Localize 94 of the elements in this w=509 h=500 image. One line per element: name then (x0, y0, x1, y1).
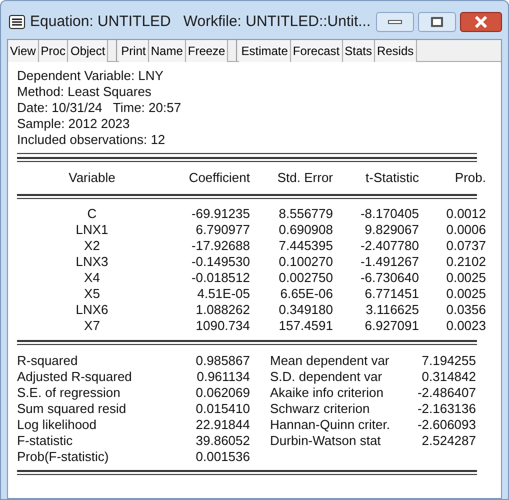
table-cell-text: 7.445395 (278, 238, 333, 254)
statistic-value: 0.985867 (194, 353, 250, 369)
statistic-label: Log likelihood (17, 417, 98, 433)
table-cell-text: X2 (83, 238, 101, 254)
menu-icon[interactable] (9, 15, 25, 29)
header-line: Method: Least Squares (17, 84, 152, 100)
column-header: Std. Error (276, 169, 333, 188)
table-cell-text: -6.730640 (359, 270, 419, 286)
statistic-label: Durbin-Watson stat (269, 433, 382, 449)
minimize-button[interactable] (376, 12, 414, 32)
table-cell-text: 0.0012 (445, 206, 486, 222)
table-cell-text: -69.91235 (190, 206, 250, 222)
table-cell-text: 3.116625 (364, 302, 419, 318)
table-cell-text: LNX3 (74, 254, 110, 270)
table-cell-text: -17.92688 (190, 238, 250, 254)
table-cell-text: 157.4591 (278, 318, 333, 334)
table-cell-text: 0.100270 (278, 254, 333, 270)
statistic-value: -2.486407 (416, 385, 476, 401)
close-button[interactable] (460, 12, 502, 32)
table-cell-text: -1.491267 (359, 254, 419, 270)
statistic-value: -2.606093 (416, 417, 476, 433)
toolbar-button[interactable]: Freeze (186, 40, 228, 62)
close-icon (474, 16, 488, 28)
table-cell-text: 9.829067 (364, 222, 419, 238)
minimize-icon (388, 20, 402, 24)
window-title: Equation: UNTITLED Workfile: UNTITLED::Untit... (30, 12, 371, 32)
table-cell-text: 0.0023 (445, 318, 486, 334)
table-cell-text: -8.170405 (359, 206, 419, 222)
statistic-value: 0.062069 (194, 385, 250, 401)
header-line: Date: 10/31/24 Time: 20:57 (17, 100, 182, 116)
table-cell-text: -0.018512 (190, 270, 250, 286)
toolbar-button[interactable]: Stats (342, 40, 375, 62)
maximize-icon (431, 17, 443, 27)
table-cell-text: 0.0737 (445, 238, 486, 254)
statistic-value: 2.524287 (420, 433, 476, 449)
toolbar-button[interactable]: Print (119, 40, 149, 62)
statistic-value: 0.961134 (196, 369, 250, 385)
table-cell-text: 8.556779 (278, 206, 333, 222)
header-line: Dependent Variable: LNY (17, 68, 164, 84)
table-cell-text: X5 (83, 286, 101, 302)
table-cell-text: 0.0025 (445, 270, 486, 286)
statistic-value: 0.015410 (194, 401, 250, 417)
table-cell-text: -2.407780 (359, 238, 419, 254)
statistic-value: 0.314842 (420, 369, 476, 385)
table-cell-text: -0.149530 (190, 254, 250, 270)
table-cell-text: 0.0006 (445, 222, 486, 238)
statistic-label: Adjusted R-squared (17, 369, 133, 385)
table-cell-text: 1090.734 (194, 318, 250, 334)
statistic-value: 7.194255 (420, 353, 476, 369)
table-cell-text: 1.088262 (194, 302, 250, 318)
statistic-label: Prob(F-statistic) (17, 449, 110, 465)
table-cell-text: 6.927091 (364, 318, 419, 334)
statistic-label: Akaike info criterion (269, 385, 384, 401)
statistic-label: S.E. of regression (17, 385, 122, 401)
table-cell-text: 0.002750 (278, 270, 333, 286)
column-header: Coefficient (188, 169, 250, 188)
table-cell-text: LNX1 (74, 222, 110, 238)
table-cell-text: 0.0356 (445, 302, 486, 318)
toolbar-button[interactable]: Object (68, 40, 108, 62)
table-cell-text: X4 (83, 270, 101, 286)
table-cell-text: 0.690908 (278, 222, 333, 238)
statistic-label: Hannan-Quinn criter. (269, 417, 390, 433)
statistic-label: S.D. dependent var (269, 369, 384, 385)
table-cell-text: 6.771451 (364, 286, 419, 302)
statistic-value: 0.001536 (194, 449, 250, 465)
maximize-button[interactable] (418, 12, 456, 32)
toolbar-button[interactable]: Resids (374, 40, 417, 62)
header-line: Sample: 2012 2023 (17, 116, 131, 132)
table-cell-text: X7 (83, 318, 101, 334)
table-cell-text: 4.51E-05 (196, 286, 250, 302)
header-line: Included observations: 12 (17, 132, 166, 148)
statistic-label: F-statistic (17, 433, 74, 449)
table-cell-text: 0.0025 (445, 286, 486, 302)
toolbar-button[interactable]: Proc (38, 40, 68, 62)
table-cell-text: 6.790977 (194, 222, 250, 238)
statistic-label: Mean dependent var (269, 353, 390, 369)
statistic-label: R-squared (17, 353, 79, 369)
statistic-value: 39.86052 (194, 433, 250, 449)
table-cell-text: C (86, 206, 98, 222)
column-header: Prob. (454, 169, 486, 188)
statistic-label: Sum squared resid (17, 401, 128, 417)
statistic-value: -2.163136 (416, 401, 476, 417)
statistic-label: Schwarz criterion (269, 401, 371, 417)
statistic-value: 22.91844 (194, 417, 250, 433)
column-header: t-Statistic (364, 169, 419, 188)
column-header: Variable (68, 169, 116, 188)
toolbar-button[interactable]: Name (148, 40, 186, 62)
table-cell-text: 6.65E-06 (279, 286, 333, 302)
toolbar-button[interactable]: View (8, 40, 39, 62)
table-cell-text: LNX6 (74, 302, 110, 318)
toolbar-button[interactable]: Estimate (239, 40, 291, 62)
toolbar-button[interactable]: Forecast (290, 40, 343, 62)
table-cell-text: 0.2102 (445, 254, 486, 270)
table-cell-text: 0.349180 (278, 302, 333, 318)
